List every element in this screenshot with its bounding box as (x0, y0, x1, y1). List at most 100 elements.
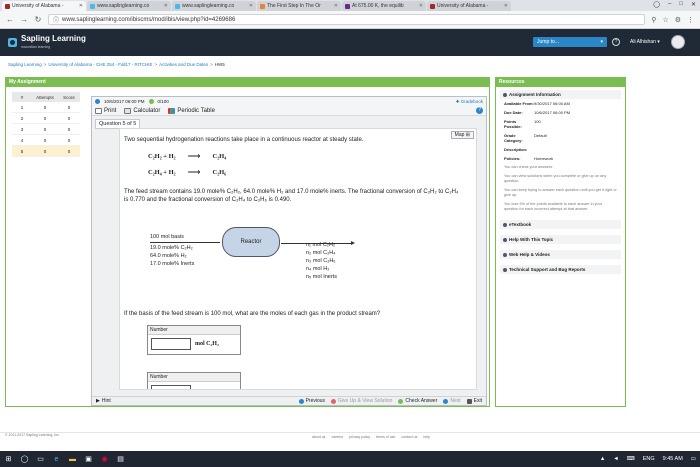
footer-link[interactable]: about us (312, 435, 325, 439)
jump-to-select[interactable]: Jump to... ▾ (533, 37, 607, 47)
resource-section[interactable]: Help With This Topic (500, 235, 621, 244)
periodic-table-icon (168, 107, 176, 114)
extension-icon[interactable]: ⚙ (675, 16, 681, 24)
back-icon[interactable]: ← (6, 15, 14, 24)
close-icon[interactable]: ✕ (691, 1, 696, 8)
question-row[interactable]: 5 0 0 (12, 146, 80, 157)
calculator-label: Calculator (133, 107, 161, 114)
question-row[interactable]: 3 0 0 (12, 124, 80, 135)
tab-close-icon[interactable]: ✕ (79, 3, 83, 9)
bookmark-star-icon[interactable]: ☆ (662, 16, 668, 24)
info-key: Policies: (504, 156, 521, 161)
breadcrumb-separator: > (210, 62, 213, 67)
col-attempts-header: Attempts (36, 94, 54, 100)
give-up-button[interactable]: Give Up & View Solution (331, 398, 392, 404)
browser-tab[interactable]: The First Step In The Or ✕ (257, 1, 341, 11)
answer-1-input[interactable] (151, 338, 191, 350)
app-icon[interactable]: ▤ (116, 455, 125, 464)
breadcrumb-link[interactable]: Activities and Due Dates (159, 62, 208, 67)
policy-note: You can view solutions when you complete… (504, 174, 607, 183)
question-number: 3 (20, 126, 24, 132)
periodic-table-button[interactable]: Periodic Table (168, 107, 215, 114)
footer-link[interactable]: contact us (401, 435, 417, 439)
question-row[interactable]: 1 0 0 (12, 102, 80, 113)
url-field[interactable]: ⓘ www.saplinglearning.com/ibiscms/mod/ib… (48, 14, 646, 25)
hint-button[interactable]: ▶ Hint (96, 398, 111, 404)
exit-button[interactable]: Exit (466, 398, 482, 404)
keyboard-icon[interactable]: ⌨ (627, 456, 635, 462)
os-taskbar: ⊞ ◯ ▭ e ▬ ▣ ◉ ▤ ▲ ◄ ⌨ ENG 9:45 AM ▭ (0, 451, 700, 467)
play-icon: ▶ (96, 398, 100, 404)
profile-icon[interactable]: ◯ (653, 1, 660, 8)
answer-2-input[interactable] (151, 385, 191, 389)
footer-link[interactable]: careers (331, 435, 343, 439)
gradebook-link[interactable]: ✚ Gradebook (456, 99, 483, 105)
breadcrumb-link[interactable]: Sapling Learning (8, 62, 42, 67)
print-button[interactable]: Print (95, 107, 116, 114)
tab-close-icon[interactable]: ✕ (164, 3, 168, 9)
browser-tab[interactable]: University of Alabama - ✕ (2, 1, 86, 11)
answer-1-label: Number (148, 326, 240, 335)
clock[interactable]: 9:45 AM (663, 456, 683, 462)
tab-close-icon[interactable]: ✕ (419, 3, 423, 9)
network-icon[interactable]: ▲ (600, 456, 605, 462)
search-icon[interactable]: ◯ (20, 455, 29, 464)
language-indicator[interactable]: ENG (643, 456, 655, 462)
check-icon (398, 398, 404, 404)
browser-tab[interactable]: University of Alabama - ✕ (427, 1, 511, 11)
page-info-icon[interactable]: ⓘ (53, 15, 59, 24)
avatar[interactable] (671, 35, 685, 49)
footer-link[interactable]: privacy policy (349, 435, 370, 439)
assignment-info-section[interactable]: Assignment Information (500, 90, 621, 99)
info-icon[interactable]: ? (476, 107, 483, 114)
map-button[interactable]: Map ⊞ (450, 131, 474, 139)
sapling-logo[interactable]: Sapling Learning macmillan learning (8, 34, 86, 51)
browser-tab[interactable]: www.saplinglearning.co ✕ (172, 1, 256, 11)
check-answer-button[interactable]: Check Answer (398, 398, 437, 404)
browser-tab[interactable]: At 675.00 K, the equilib ✕ (342, 1, 426, 11)
assignment-info-row: Points Possible: 100 (496, 117, 625, 131)
windows-start-icon[interactable]: ⊞ (4, 455, 13, 464)
tab-close-icon[interactable]: ✕ (249, 3, 253, 9)
arrow-right-icon: ⟶ (187, 151, 201, 161)
calculator-button[interactable]: Calculator (124, 107, 161, 114)
help-icon[interactable]: ? (612, 38, 620, 46)
question-number: 2 (20, 115, 24, 121)
edge-icon[interactable]: e (52, 455, 61, 464)
footer-link[interactable]: help (423, 435, 430, 439)
check-answer-label: Check Answer (405, 398, 438, 404)
expand-icon (503, 222, 507, 227)
file-explorer-icon[interactable]: ▬ (68, 455, 77, 464)
breadcrumb-link[interactable]: University of Alabama - CHE 254 - Fall17… (48, 62, 152, 67)
tab-close-icon[interactable]: ✕ (334, 3, 338, 9)
resource-section[interactable]: Web Help & Videos (500, 250, 621, 259)
resource-section[interactable]: Technical Support and Bug Reports (500, 265, 621, 274)
notification-icon[interactable]: ▭ (691, 456, 696, 462)
search-icon[interactable]: ⚲ (651, 16, 656, 24)
browser-tab[interactable]: www.saplinglearning.co ✕ (87, 1, 171, 11)
volume-icon[interactable]: ◄ (613, 456, 618, 462)
assignment-info-row: Grade Category: Default (496, 131, 625, 145)
question-row[interactable]: 2 0 0 (12, 113, 80, 124)
task-view-icon[interactable]: ▭ (36, 455, 45, 464)
previous-button[interactable]: Previous (298, 398, 325, 404)
question-attempts: 0 (43, 115, 47, 121)
store-icon[interactable]: ▣ (84, 455, 93, 464)
maximize-icon[interactable]: □ (679, 1, 683, 8)
chrome-icon[interactable]: ◉ (100, 455, 109, 464)
breadcrumb: Sapling Learning > University of Alabama -… (8, 62, 225, 67)
user-menu[interactable]: Ali Alhishan ▾ (630, 39, 660, 45)
expand-icon (503, 252, 507, 257)
forward-icon[interactable]: → (20, 15, 28, 24)
menu-icon[interactable]: ⋮ (687, 16, 694, 24)
footer-link[interactable]: terms of use (376, 435, 395, 439)
next-button[interactable]: Next (443, 398, 461, 404)
reload-icon[interactable]: ↻ (34, 15, 42, 24)
my-assignment-panel: My Assignment # Attempts Score 1 0 0 2 0 0 3 0 0… (5, 77, 490, 407)
tab-close-icon[interactable]: ✕ (504, 3, 508, 9)
hint-label: Hint (101, 398, 111, 404)
resource-section[interactable]: eTextbook (500, 220, 621, 229)
minimize-icon[interactable]: – (668, 1, 671, 8)
question-row[interactable]: 4 0 0 (12, 135, 80, 146)
info-value: 100 (534, 119, 541, 124)
